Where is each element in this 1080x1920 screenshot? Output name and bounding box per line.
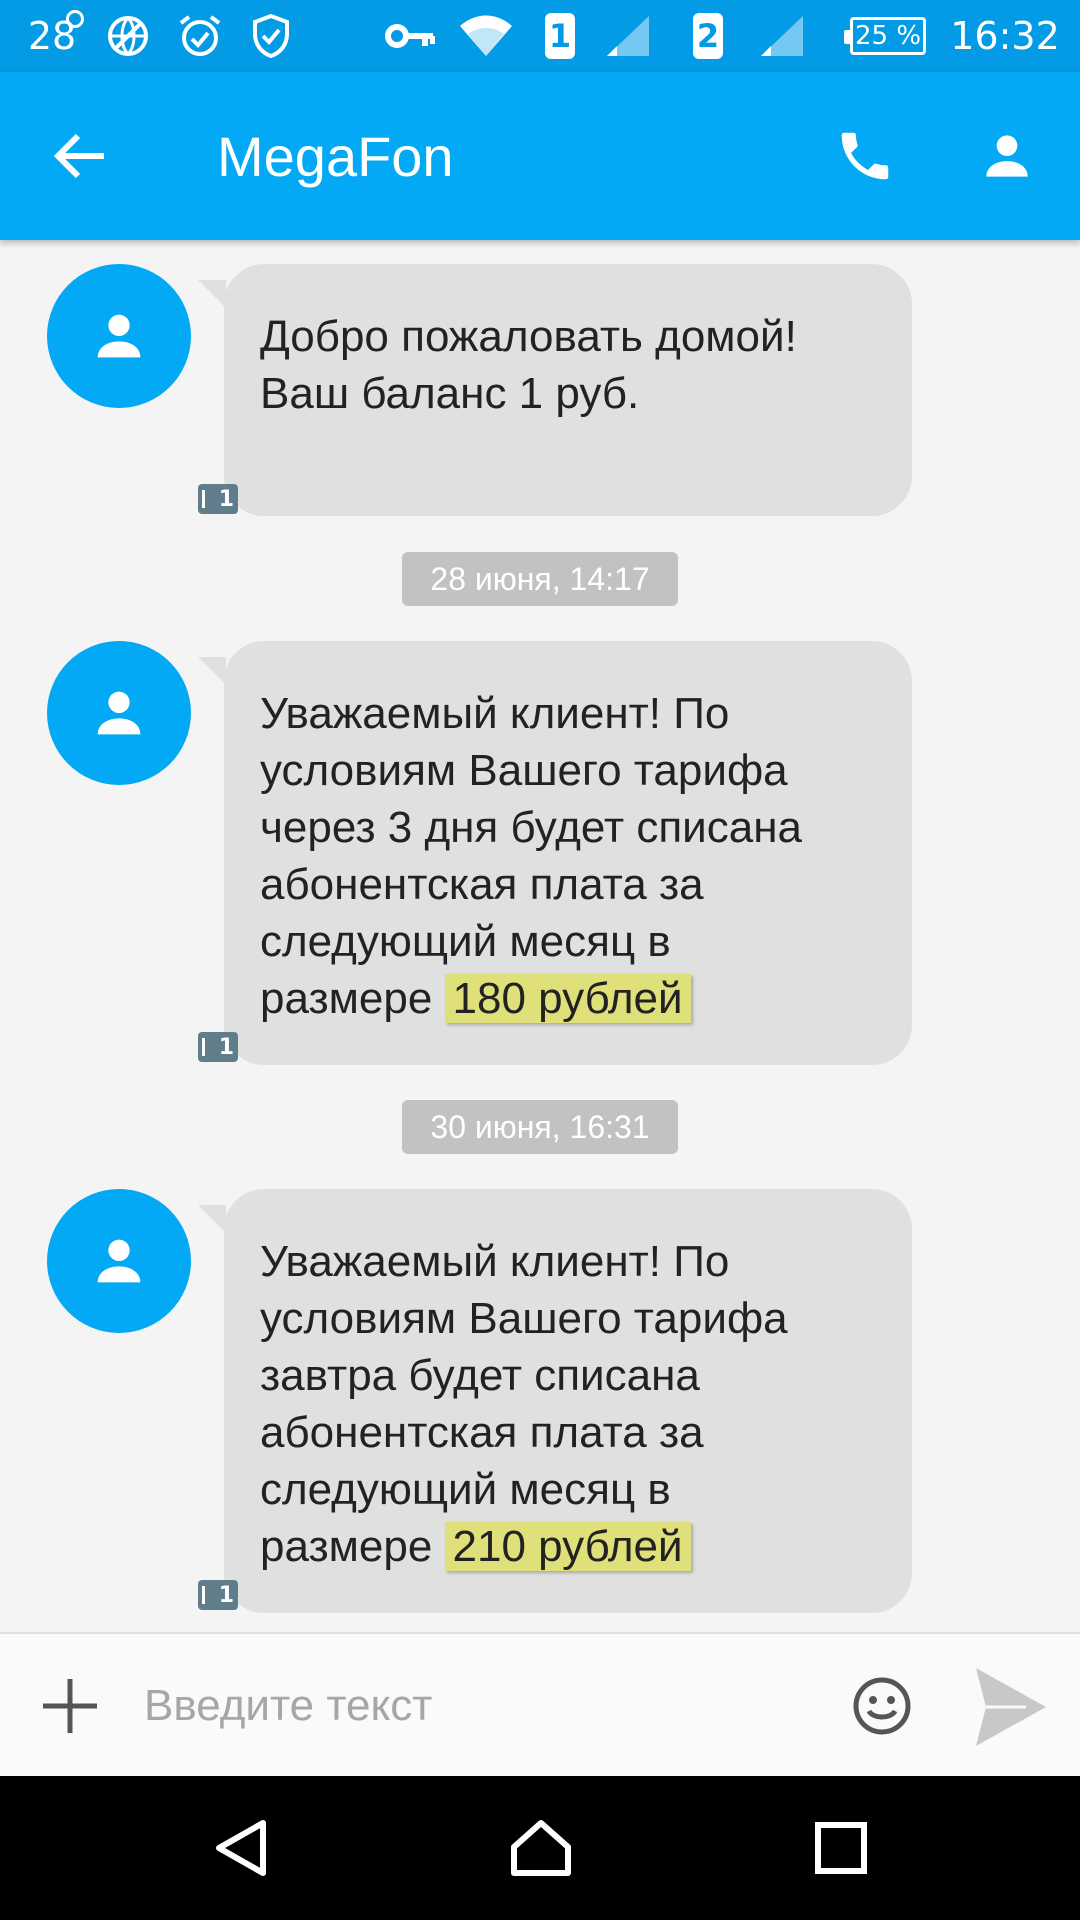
key-icon <box>382 0 438 72</box>
sender-avatar[interactable] <box>47 1189 191 1333</box>
sim1-indicator: 1 <box>540 0 580 72</box>
message-bubble[interactable]: Уважаемый клиент! По условиям Вашего тар… <box>224 1189 912 1613</box>
clock: 16:32 <box>950 14 1060 58</box>
send-button[interactable] <box>960 1662 1060 1752</box>
attach-button[interactable] <box>30 1666 110 1746</box>
alarm-icon <box>172 0 228 72</box>
message-line: через 3 дня будет списана <box>260 803 802 852</box>
message-line: следующий месяц в <box>260 917 671 966</box>
sim-tag: 1 <box>198 1032 238 1062</box>
amount-highlight: 180 рублей <box>444 974 691 1023</box>
sim-tag-icon <box>202 1038 215 1056</box>
message-line: абонентская плата за <box>260 860 704 909</box>
bubble-tail <box>198 280 226 308</box>
sim2-indicator: 2 <box>688 0 728 72</box>
back-button[interactable] <box>40 116 120 196</box>
person-icon <box>986 135 1028 177</box>
app-bar: MegaFon <box>0 72 1080 240</box>
message-line: размере 180 рублей <box>260 970 876 1027</box>
back-arrow-icon <box>53 133 104 179</box>
call-button[interactable] <box>820 116 910 196</box>
contact-button[interactable] <box>962 116 1052 196</box>
date-separator: 30 июня, 16:31 <box>402 1100 678 1154</box>
status-bar: 28 1 2 25 % 16:32 <box>0 0 1080 72</box>
plus-icon <box>43 1679 97 1733</box>
message-line: условиям Вашего тарифа <box>260 746 788 795</box>
message-line: Ваш баланс 1 руб. <box>260 369 640 418</box>
message-bubble[interactable]: Добро пожаловать домой! Ваш баланс 1 руб… <box>224 264 912 516</box>
phone-icon <box>841 132 889 180</box>
person-icon <box>97 691 141 735</box>
vpn-globe-icon <box>100 0 156 72</box>
navigation-bar <box>0 1776 1080 1920</box>
bubble-tail <box>198 657 226 685</box>
amount-highlight: 210 рублей <box>444 1522 691 1571</box>
emoji-button[interactable] <box>842 1666 922 1746</box>
sender-avatar[interactable] <box>47 641 191 785</box>
message-bubble[interactable]: Уважаемый клиент! По условиям Вашего тар… <box>224 641 912 1065</box>
compose-bar: Введите текст <box>0 1632 1080 1778</box>
shield-check-icon <box>246 0 296 72</box>
notification-dot-icon <box>66 10 84 28</box>
smiley-icon <box>853 1677 911 1735</box>
message-line: условиям Вашего тарифа <box>260 1294 788 1343</box>
send-icon <box>976 1668 1046 1746</box>
battery-icon: 25 % <box>844 0 930 72</box>
signal-sim1-icon <box>602 0 654 72</box>
person-icon <box>97 1239 141 1283</box>
notification-count: 28 <box>20 0 84 72</box>
sim-tag-icon <box>202 1586 215 1604</box>
conversation-title: MegaFon <box>217 124 454 188</box>
bubble-tail <box>198 1205 226 1233</box>
message-input[interactable]: Введите текст <box>144 1634 824 1778</box>
message-line: следующий месяц в <box>260 1465 671 1514</box>
nav-home-button[interactable] <box>496 1808 586 1888</box>
wifi-icon <box>456 0 516 72</box>
signal-sim2-icon <box>756 0 808 72</box>
sender-avatar[interactable] <box>47 264 191 408</box>
date-separator: 28 июня, 14:17 <box>402 552 678 606</box>
person-icon <box>97 314 141 358</box>
sim-tag: 1 <box>198 1580 238 1610</box>
nav-home-icon <box>511 1820 571 1876</box>
nav-back-button[interactable] <box>196 1808 286 1888</box>
message-line: Уважаемый клиент! По <box>260 1237 730 1286</box>
message-line: Добро пожаловать домой! <box>260 312 797 361</box>
nav-recents-button[interactable] <box>796 1808 886 1888</box>
message-line: абонентская плата за <box>260 1408 704 1457</box>
sim-tag-icon <box>202 490 215 508</box>
nav-back-icon <box>216 1820 266 1876</box>
nav-recents-icon <box>815 1822 867 1874</box>
message-line: размере 210 рублей <box>260 1518 876 1575</box>
message-line: Уважаемый клиент! По <box>260 689 730 738</box>
sim-tag: 1 <box>198 484 238 514</box>
message-line: завтра будет списана <box>260 1351 700 1400</box>
